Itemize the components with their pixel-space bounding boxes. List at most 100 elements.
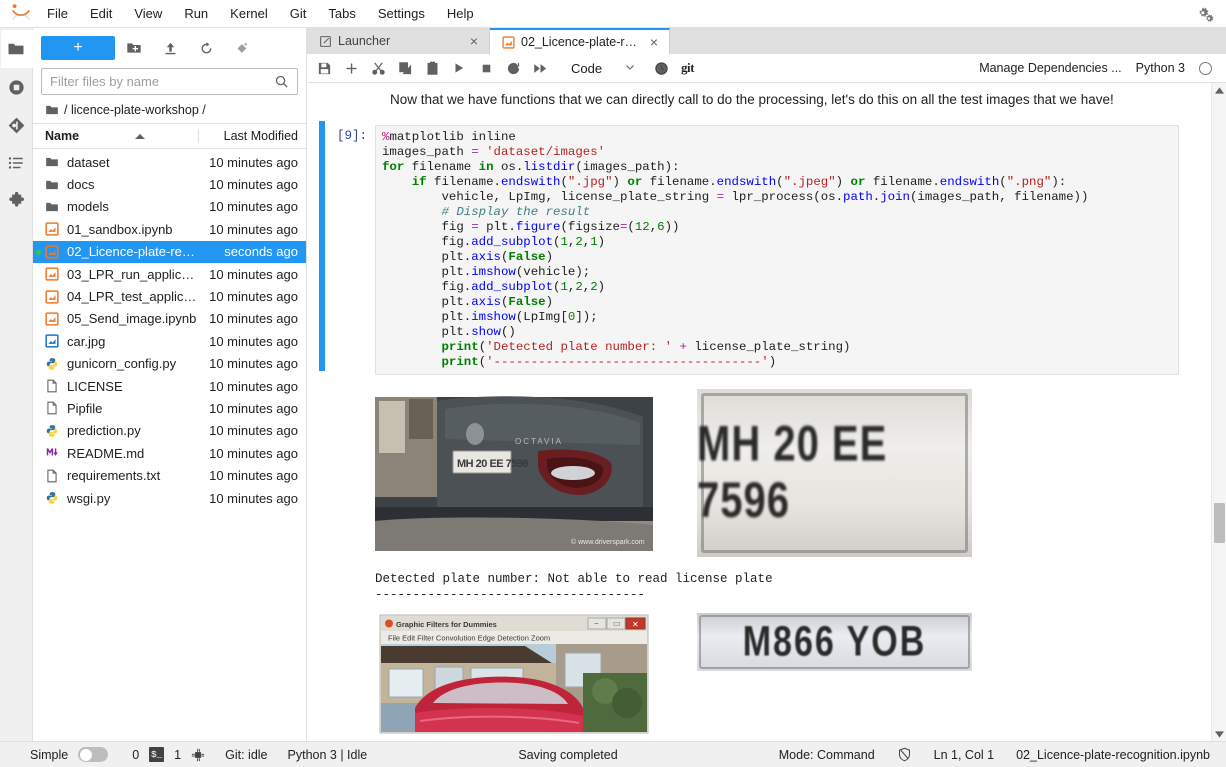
plus-icon[interactable]: [338, 56, 364, 80]
column-header-name[interactable]: Name: [45, 129, 198, 143]
output-stream-text: Detected plate number: Not able to read …: [375, 572, 773, 603]
menu-help[interactable]: Help: [436, 2, 485, 26]
file-list-item[interactable]: 01_sandbox.ipynb 10 minutes ago: [33, 218, 306, 240]
menu-file[interactable]: File: [36, 2, 79, 26]
sidebar-item-file-browser[interactable]: [0, 30, 33, 68]
kernel-status[interactable]: Python 3 | Idle: [288, 748, 368, 762]
status-filename: 02_Licence-plate-recognition.ipynb: [1016, 747, 1210, 762]
clock-icon[interactable]: [648, 56, 674, 80]
gears-icon[interactable]: [1194, 2, 1218, 26]
tab-notebook-02-licence-plate-recognition[interactable]: 02_Licence-plate-recognitior ×: [490, 28, 670, 54]
file-list-item[interactable]: 02_Licence-plate-re… seconds ago: [33, 240, 306, 263]
list-icon: [8, 157, 23, 169]
cursor-position[interactable]: Ln 1, Col 1: [934, 748, 994, 762]
git-toolbar-label[interactable]: git: [681, 61, 694, 76]
sidebar-item-extension-manager[interactable]: [0, 182, 32, 220]
sidebar-item-table-of-contents[interactable]: [0, 144, 32, 182]
file-list-item[interactable]: prediction.py 10 minutes ago: [33, 420, 306, 442]
new-checkpoint-icon[interactable]: [225, 36, 259, 60]
terminal-count[interactable]: 1: [174, 748, 181, 762]
file-list-item[interactable]: 03_LPR_run_applic… 10 minutes ago: [33, 263, 306, 285]
file-list-item[interactable]: models 10 minutes ago: [33, 196, 306, 218]
file-modified: 10 minutes ago: [209, 423, 298, 439]
main-area: + Filter files by name / licence-plate-w…: [0, 28, 1226, 741]
simple-mode-toggle[interactable]: [78, 747, 109, 762]
terminal-icon[interactable]: $_: [149, 747, 165, 762]
scissors-icon[interactable]: [365, 56, 391, 80]
tab-label: 02_Licence-plate-recognitior: [521, 35, 641, 49]
markdown-cell[interactable]: Now that we have functions that we can d…: [307, 83, 1211, 119]
filter-files-box[interactable]: [41, 68, 298, 95]
cell-type-select[interactable]: Code: [562, 57, 641, 79]
notebook-scroll-area[interactable]: Now that we have functions that we can d…: [307, 83, 1226, 741]
file-list[interactable]: dataset 10 minutes ago docs 10 minutes ago m…: [33, 149, 306, 741]
save-icon[interactable]: [311, 56, 337, 80]
editor-mode[interactable]: Mode: Command: [779, 748, 875, 762]
menu-tabs[interactable]: Tabs: [317, 2, 366, 26]
python-icon: [45, 491, 65, 505]
new-launcher-button[interactable]: +: [41, 36, 115, 60]
file-list-item[interactable]: wsgi.py 10 minutes ago: [33, 487, 306, 509]
restart-kernel-refresh-icon[interactable]: [500, 56, 526, 80]
file-name: 03_LPR_run_applic…: [67, 266, 195, 282]
notebook-scrollbar[interactable]: [1211, 83, 1226, 741]
kernel-name-label[interactable]: Python 3: [1136, 61, 1185, 75]
scrollbar-thumb[interactable]: [1214, 503, 1225, 543]
file-list-item[interactable]: requirements.txt 10 minutes ago: [33, 464, 306, 486]
paste-icon[interactable]: [419, 56, 445, 80]
close-icon[interactable]: ×: [647, 35, 661, 49]
file-list-item[interactable]: LICENSE 10 minutes ago: [33, 375, 306, 397]
breadcrumb[interactable]: / licence-plate-workshop /: [33, 101, 306, 124]
search-input[interactable]: [42, 74, 274, 89]
column-header-last-modified[interactable]: Last Modified: [198, 129, 306, 143]
kernel-count[interactable]: 0: [132, 748, 139, 762]
code-cell[interactable]: [9]: %matplotlib inline images_path = 'd…: [307, 121, 1211, 736]
save-status: Saving completed: [518, 747, 618, 762]
notebook-cells: Now that we have functions that we can d…: [307, 83, 1211, 741]
menu-bar: File Edit View Run Kernel Git Tabs Setti…: [0, 0, 1226, 28]
scroll-up-arrow-icon[interactable]: [1214, 83, 1224, 97]
file-browser-toolbar: +: [33, 32, 306, 64]
file-icon: [45, 401, 65, 415]
play-icon[interactable]: [446, 56, 472, 80]
file-modified: 10 minutes ago: [209, 356, 298, 372]
menu-view[interactable]: View: [123, 2, 173, 26]
svg-text:© www.driverspark.com: © www.driverspark.com: [571, 538, 645, 546]
file-list-item[interactable]: README.md 10 minutes ago: [33, 442, 306, 464]
stop-square-icon[interactable]: [473, 56, 499, 80]
folder-icon: [45, 200, 65, 214]
menu-settings[interactable]: Settings: [367, 2, 436, 26]
file-name: Pipfile: [67, 400, 103, 416]
code-editor[interactable]: %matplotlib inline images_path = 'datase…: [375, 125, 1179, 376]
menu-kernel[interactable]: Kernel: [219, 2, 279, 26]
upload-icon[interactable]: [153, 36, 187, 60]
menu-edit[interactable]: Edit: [79, 2, 123, 26]
file-list-item[interactable]: gunicorn_config.py 10 minutes ago: [33, 353, 306, 375]
file-list-item[interactable]: dataset 10 minutes ago: [33, 151, 306, 173]
tab-launcher[interactable]: Launcher ×: [307, 28, 490, 54]
file-list-item[interactable]: car.jpg 10 minutes ago: [33, 330, 306, 352]
copy-icon[interactable]: [392, 56, 418, 80]
scroll-down-arrow-icon[interactable]: [1214, 727, 1224, 741]
file-list-item[interactable]: 05_Send_image.ipynb 10 minutes ago: [33, 308, 306, 330]
git-status[interactable]: Git: idle: [225, 748, 267, 762]
sidebar-item-git[interactable]: [0, 106, 32, 144]
close-icon[interactable]: ×: [467, 34, 481, 48]
file-list-item[interactable]: docs 10 minutes ago: [33, 173, 306, 195]
menu-git[interactable]: Git: [279, 2, 318, 26]
fast-forward-icon[interactable]: [527, 56, 553, 80]
new-folder-icon[interactable]: [117, 36, 151, 60]
file-modified: 10 minutes ago: [209, 154, 298, 170]
file-list-item[interactable]: Pipfile 10 minutes ago: [33, 397, 306, 419]
svg-text:✕: ✕: [632, 620, 639, 629]
file-modified: 10 minutes ago: [209, 378, 298, 394]
file-modified: 10 minutes ago: [209, 266, 298, 282]
file-list-item[interactable]: 04_LPR_test_applic… 10 minutes ago: [33, 285, 306, 307]
svg-text:−: −: [594, 619, 599, 628]
refresh-icon[interactable]: [189, 36, 223, 60]
sort-ascending-icon: [135, 133, 146, 139]
sidebar-item-running[interactable]: [0, 68, 32, 106]
manage-dependencies-button[interactable]: Manage Dependencies ...: [979, 61, 1121, 75]
menu-run[interactable]: Run: [173, 2, 219, 26]
shield-off-icon[interactable]: [897, 747, 912, 762]
